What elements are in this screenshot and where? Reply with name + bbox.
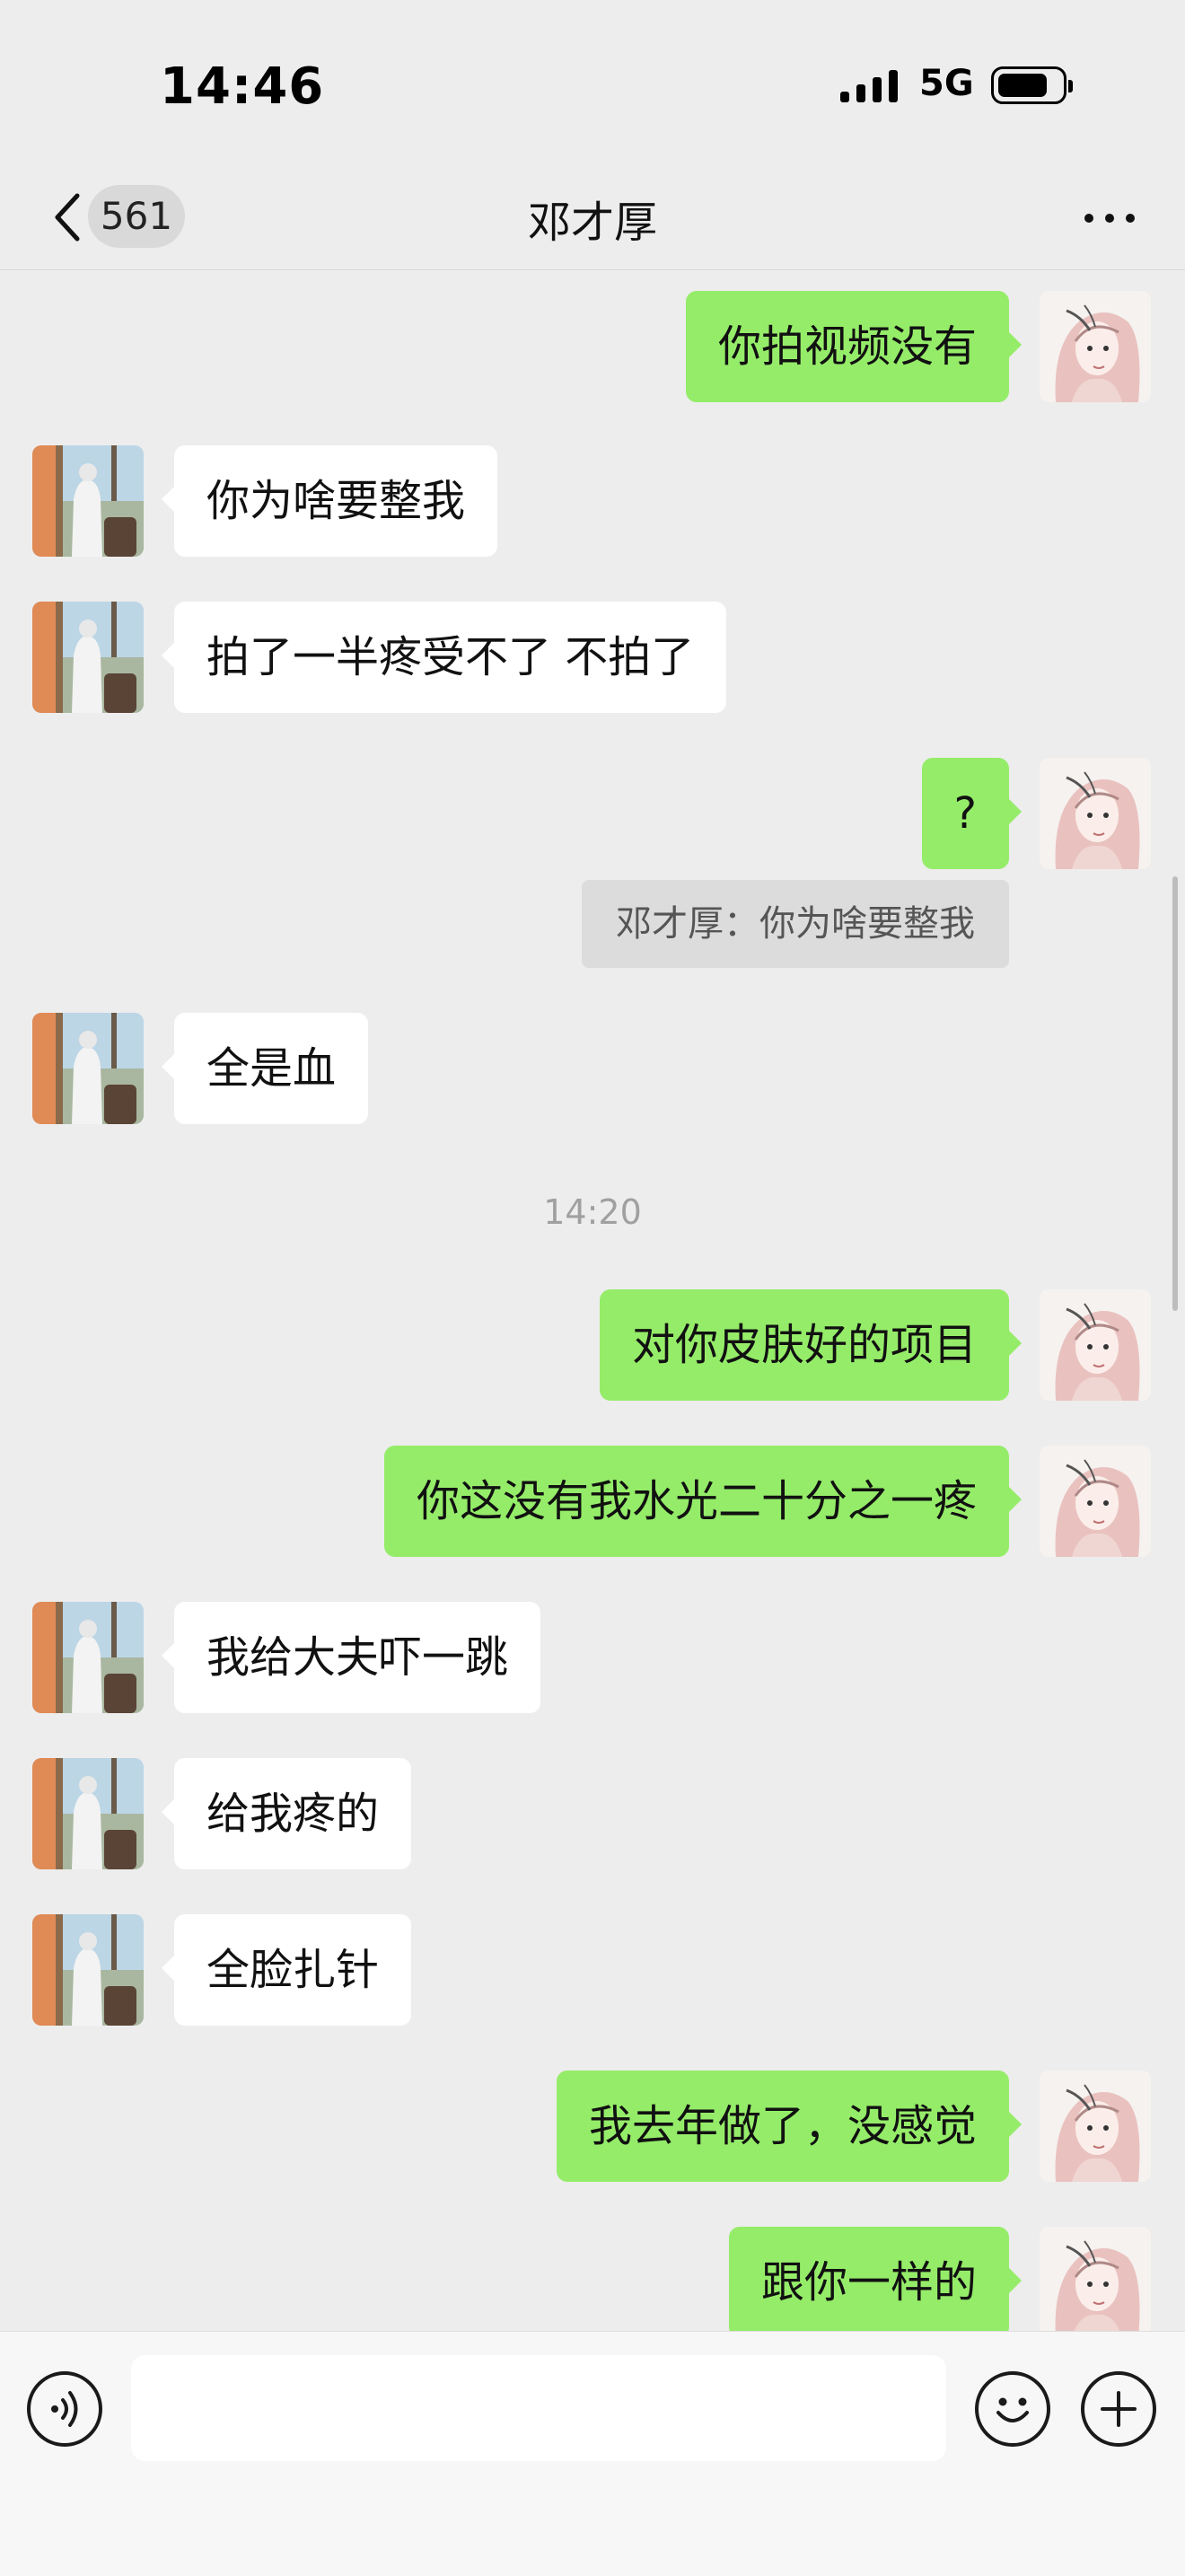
- contact-avatar[interactable]: [32, 1013, 144, 1124]
- battery-icon: [991, 66, 1073, 104]
- illustrated-girl-image: [1040, 291, 1151, 402]
- message-outgoing: 你拍视频没有: [0, 291, 1185, 402]
- voice-button[interactable]: [27, 2371, 102, 2447]
- message-bubble[interactable]: 拍了一半疼受不了 不拍了: [161, 602, 727, 713]
- person-photo-image: [32, 1914, 144, 2026]
- message-outgoing: 我去年做了，没感觉: [0, 2070, 1185, 2182]
- illustrated-girl-image: [1040, 2227, 1151, 2331]
- message-bubble[interactable]: 全脸扎针: [161, 1914, 412, 2026]
- person-photo-image: [32, 1758, 144, 1869]
- person-photo-image: [32, 1602, 144, 1713]
- message-incoming: 全脸扎针: [0, 1914, 1185, 2026]
- person-photo-image: [32, 602, 144, 713]
- illustrated-girl-image: [1040, 758, 1151, 869]
- message-bubble[interactable]: 你这没有我水光二十分之一疼: [383, 1446, 1023, 1557]
- chevron-left-icon[interactable]: [41, 190, 95, 244]
- message-input[interactable]: [131, 2355, 946, 2461]
- message-incoming: 给我疼的: [0, 1758, 1185, 1869]
- status-time: 14:46: [160, 57, 325, 116]
- my-avatar[interactable]: [1040, 2070, 1151, 2182]
- network-type: 5G: [919, 63, 974, 104]
- person-photo-image: [32, 445, 144, 557]
- message-outgoing: 跟你一样的: [0, 2227, 1185, 2331]
- message-outgoing: ?: [0, 758, 1185, 869]
- message-incoming: 你为啥要整我: [0, 445, 1185, 557]
- illustrated-girl-image: [1040, 2070, 1151, 2182]
- message-list[interactable]: 你拍视频没有 你为啥要整我 拍了一半疼受不了 不拍了 ? 邓才厚：你为啥要整我 …: [0, 269, 1185, 2331]
- contact-avatar[interactable]: [32, 602, 144, 713]
- my-avatar[interactable]: [1040, 291, 1151, 402]
- my-avatar[interactable]: [1040, 2227, 1151, 2331]
- contact-avatar[interactable]: [32, 445, 144, 557]
- message-bubble[interactable]: 你为啥要整我: [161, 445, 498, 557]
- unread-count-badge[interactable]: 561: [88, 185, 185, 248]
- plus-icon: [1101, 2391, 1137, 2427]
- message-bubble[interactable]: 我给大夫吓一跳: [161, 1602, 541, 1713]
- message-bubble[interactable]: ?: [921, 758, 1023, 869]
- contact-avatar[interactable]: [32, 1602, 144, 1713]
- message-incoming: 拍了一半疼受不了 不拍了: [0, 602, 1185, 713]
- message-bubble[interactable]: 我去年做了，没感觉: [556, 2070, 1023, 2182]
- illustrated-girl-image: [1040, 1446, 1151, 1557]
- quoted-message[interactable]: 邓才厚：你为啥要整我: [582, 880, 1009, 968]
- message-bubble[interactable]: 全是血: [161, 1013, 369, 1124]
- my-avatar[interactable]: [1040, 1446, 1151, 1557]
- time-divider: 14:20: [543, 1192, 642, 1232]
- emoji-button[interactable]: [975, 2371, 1050, 2447]
- battery-level: [998, 74, 1047, 97]
- message-bubble[interactable]: 跟你一样的: [728, 2227, 1023, 2331]
- plus-button[interactable]: [1081, 2371, 1156, 2447]
- scrollbar[interactable]: [1172, 876, 1178, 1311]
- message-outgoing: 对你皮肤好的项目: [0, 1289, 1185, 1401]
- input-bar: [0, 2331, 1185, 2576]
- message-incoming: 我给大夫吓一跳: [0, 1602, 1185, 1713]
- contact-avatar[interactable]: [32, 1758, 144, 1869]
- message-bubble[interactable]: 你拍视频没有: [685, 291, 1023, 402]
- contact-avatar[interactable]: [32, 1914, 144, 2026]
- message-incoming: 全是血: [0, 1013, 1185, 1124]
- message-bubble[interactable]: 给我疼的: [161, 1758, 412, 1869]
- signal-bars-icon: [840, 66, 900, 102]
- my-avatar[interactable]: [1040, 758, 1151, 869]
- message-bubble[interactable]: 对你皮肤好的项目: [599, 1289, 1023, 1401]
- chat-header: 561 邓才厚: [0, 171, 1185, 270]
- emoji-icon: [996, 2397, 1029, 2422]
- my-avatar[interactable]: [1040, 1289, 1151, 1401]
- status-bar: 14:46 5G: [0, 0, 1185, 171]
- person-photo-image: [32, 1013, 144, 1124]
- message-outgoing: 你这没有我水光二十分之一疼: [0, 1446, 1185, 1557]
- chat-title: 邓才厚: [527, 198, 657, 248]
- more-dots-icon[interactable]: [1081, 189, 1138, 246]
- voice-icon: [51, 2391, 78, 2427]
- illustrated-girl-image: [1040, 1289, 1151, 1401]
